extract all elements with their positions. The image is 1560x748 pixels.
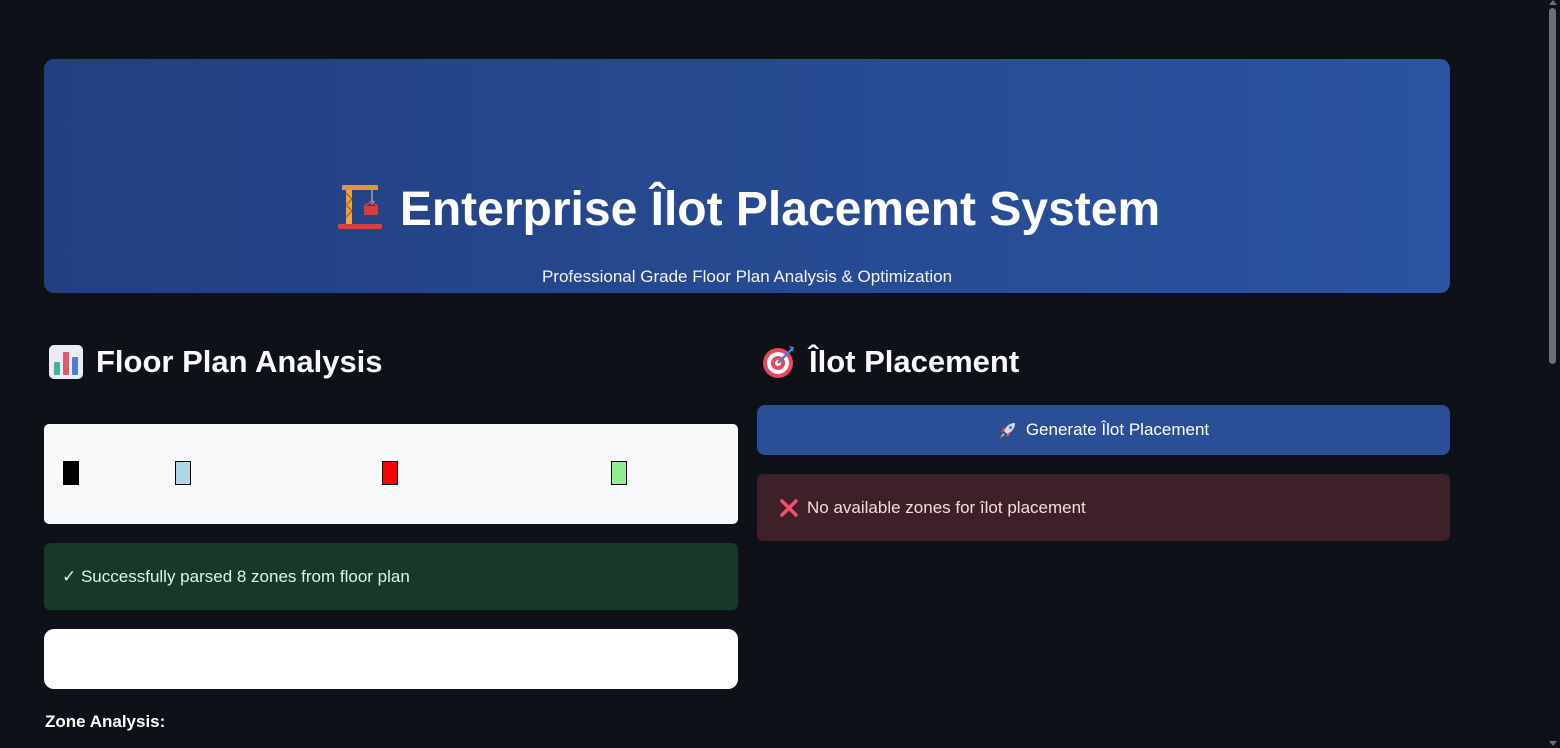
success-alert: ✓ Successfully parsed 8 zones from floor… [44, 543, 738, 610]
header-banner: Enterprise Îlot Placement System Profess… [44, 59, 1450, 293]
zone-legend [44, 424, 738, 524]
page-subtitle: Professional Grade Floor Plan Analysis &… [541, 267, 953, 286]
legend-swatch-black [63, 461, 79, 485]
zone-analysis-label: Zone Analysis: [45, 712, 166, 731]
rocket-icon [999, 423, 1015, 438]
generate-button-label: Generate Îlot Placement [1025, 420, 1210, 439]
legend-swatch-light-green [611, 461, 627, 485]
bar-chart-icon [49, 345, 83, 379]
scroll-up-arrow-icon[interactable] [1549, 0, 1557, 5]
page-scrollbar[interactable] [1546, 0, 1560, 748]
legend-swatch-light-blue [175, 461, 191, 485]
app-root: Enterprise Îlot Placement System Profess… [0, 0, 1560, 748]
legend-swatch-red [382, 461, 398, 485]
target-dart-icon [763, 346, 794, 378]
generate-ilot-placement-button[interactable]: Generate Îlot Placement [757, 405, 1450, 455]
scrollbar-thumb[interactable] [1549, 8, 1556, 364]
success-message: ✓ Successfully parsed 8 zones from floor… [62, 566, 410, 586]
error-message: No available zones for îlot placement [807, 497, 1086, 517]
empty-panel [44, 629, 738, 689]
page-title: Enterprise Îlot Placement System [44, 179, 1450, 237]
ilot-placement-heading: Îlot Placement [761, 344, 1019, 380]
page-title-text: Enterprise Îlot Placement System [399, 183, 1161, 236]
floor-plan-analysis-title: Floor Plan Analysis [96, 344, 383, 379]
floor-plan-analysis-heading: Floor Plan Analysis [48, 344, 383, 380]
error-alert: No available zones for îlot placement [757, 474, 1450, 541]
scroll-down-arrow-icon[interactable] [1549, 741, 1557, 746]
cross-mark-icon [780, 498, 798, 517]
ilot-placement-title: Îlot Placement [809, 344, 1020, 379]
construction-crane-icon [337, 185, 382, 229]
